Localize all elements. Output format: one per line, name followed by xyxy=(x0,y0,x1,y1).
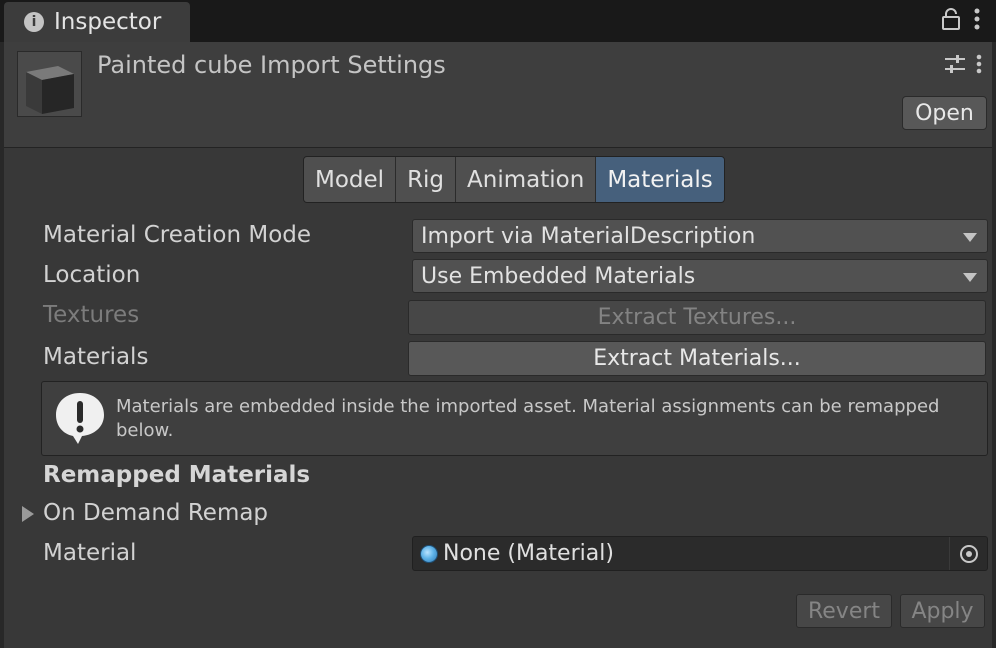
kebab-menu-icon[interactable] xyxy=(974,8,980,30)
dropdown-arrow-icon xyxy=(963,273,977,282)
tab-animation[interactable]: Animation xyxy=(456,157,597,202)
tab-materials[interactable]: Materials xyxy=(596,157,724,202)
preset-sliders-icon[interactable] xyxy=(944,54,966,74)
textures-label: Textures xyxy=(43,302,140,328)
object-picker-icon xyxy=(959,544,978,563)
info-icon: i xyxy=(24,12,44,32)
header-kebab-menu-icon[interactable] xyxy=(976,54,982,74)
material-creation-mode-label: Material Creation Mode xyxy=(43,222,312,248)
cube-icon xyxy=(26,66,74,114)
tabbar-controls xyxy=(942,8,980,30)
header-icons xyxy=(944,54,982,74)
location-label: Location xyxy=(43,262,141,288)
asset-header: Painted cube Import Settings Open xyxy=(4,42,992,148)
warning-exclamation-icon xyxy=(56,393,104,444)
lock-icon[interactable] xyxy=(942,8,960,30)
remapped-materials-title: Remapped Materials xyxy=(43,462,311,488)
inspector-tab[interactable]: i Inspector xyxy=(4,2,190,42)
location-dropdown[interactable]: Use Embedded Materials xyxy=(412,259,988,293)
material-label: Material xyxy=(43,540,137,566)
import-tabs: Model Rig Animation Materials xyxy=(303,156,725,203)
material-creation-mode-dropdown[interactable]: Import via MaterialDescription xyxy=(412,219,988,253)
tab-model[interactable]: Model xyxy=(304,157,397,202)
apply-button[interactable]: Apply xyxy=(900,594,985,628)
foldout-arrow-icon[interactable] xyxy=(22,506,34,522)
inspector-tab-title: Inspector xyxy=(54,9,162,35)
help-box-text: Materials are embedded inside the import… xyxy=(116,396,940,441)
extract-materials-button[interactable]: Extract Materials... xyxy=(408,341,986,376)
object-picker-button[interactable] xyxy=(949,537,987,570)
revert-button[interactable]: Revert xyxy=(796,594,892,628)
asset-title: Painted cube Import Settings xyxy=(97,51,446,79)
material-creation-mode-value: Import via MaterialDescription xyxy=(421,223,756,249)
extract-textures-button[interactable]: Extract Textures... xyxy=(408,300,986,335)
open-button[interactable]: Open xyxy=(902,96,987,130)
location-value: Use Embedded Materials xyxy=(421,263,696,289)
inspector-panel: Painted cube Import Settings Open Model … xyxy=(4,42,992,648)
dropdown-arrow-icon xyxy=(963,233,977,242)
tab-rig[interactable]: Rig xyxy=(396,157,457,202)
help-box: Materials are embedded inside the import… xyxy=(41,381,988,456)
on-demand-remap-foldout[interactable]: On Demand Remap xyxy=(43,500,268,526)
material-object-field[interactable]: None (Material) xyxy=(412,536,988,571)
material-icon xyxy=(420,544,438,563)
materials-label: Materials xyxy=(43,344,149,370)
asset-thumbnail xyxy=(17,51,82,117)
material-object-value: None (Material) xyxy=(443,541,614,566)
inspector-tabbar: i Inspector xyxy=(0,0,996,42)
